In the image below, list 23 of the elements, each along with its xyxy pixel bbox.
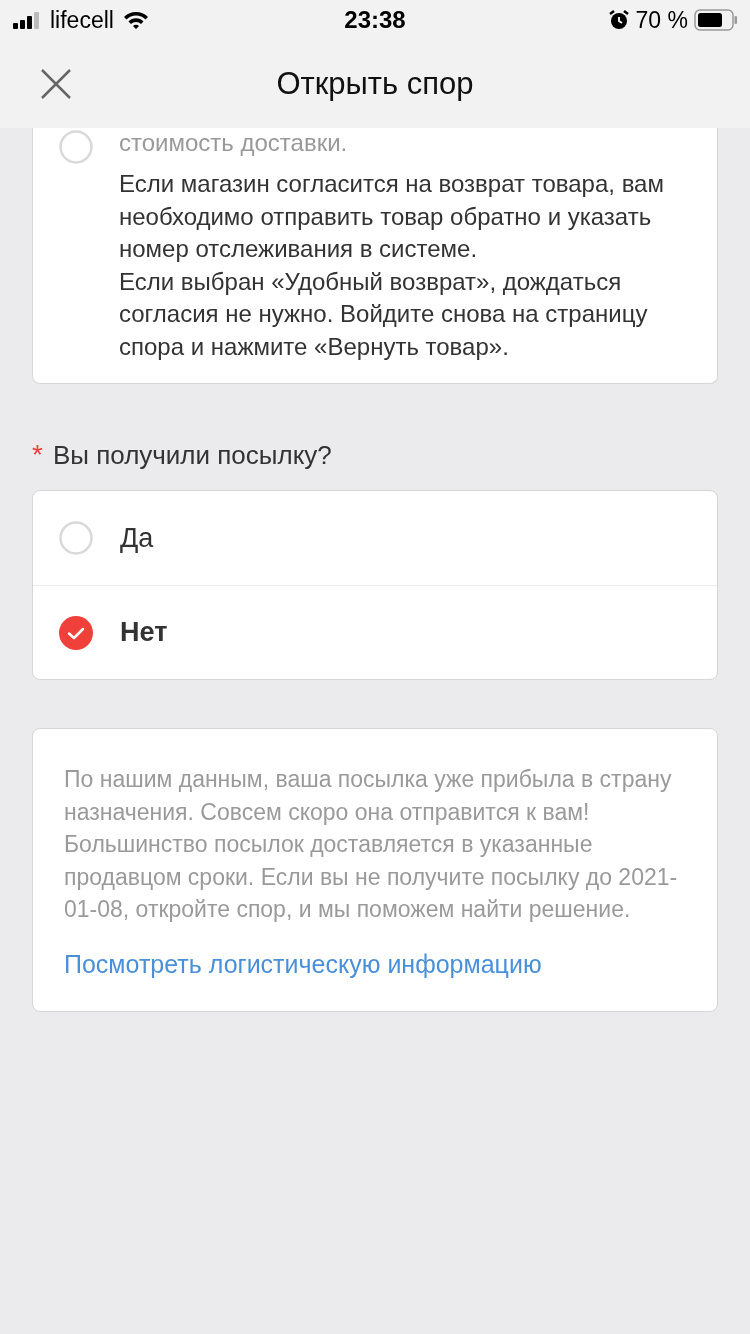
info-text: По нашим данным, ваша посылка уже прибыла в страну назначения. Совсем скоро она отправится к вам! Большинство посылок доставляется в указанные продавцом сроки. Если вы не получите посылку до 2021-01-08, откройте спор, и мы поможем найти решение. — [64, 765, 679, 924]
alarm-icon — [607, 9, 630, 31]
option-label: Нет — [120, 616, 168, 650]
radio-icon[interactable] — [59, 130, 93, 164]
option-description: Если магазин согласится на возврат товара, вам необходимо отправить товар обратно и указать номер отслеживания в системе. — [119, 169, 665, 264]
page-title: Открыть спор — [276, 64, 474, 103]
signal-icon — [12, 11, 42, 29]
close-icon — [40, 68, 72, 100]
answer-option[interactable]: Да — [33, 491, 717, 585]
radio-icon[interactable] — [59, 521, 93, 555]
close-button[interactable] — [40, 68, 72, 100]
clock-time: 23:38 — [344, 5, 406, 35]
battery-percent: 70 % — [635, 5, 688, 35]
option-description: Если выбран «Удобный возврат», дождаться согласия не нужно. Войдите снова на страницу спора и нажмите «Вернуть товар». — [119, 266, 649, 362]
battery-icon — [694, 9, 738, 31]
option-label: Да — [120, 521, 154, 555]
return-option-card[interactable] — [32, 128, 718, 384]
question-label: Вы получили посылку? — [52, 438, 332, 472]
option-title: стоимость доставки. — [119, 128, 349, 158]
answer-option[interactable]: Нет — [33, 585, 717, 679]
carrier-name: lifecell — [50, 5, 114, 35]
checked-radio-icon[interactable] — [59, 615, 93, 650]
required-mark: * — [32, 438, 43, 472]
